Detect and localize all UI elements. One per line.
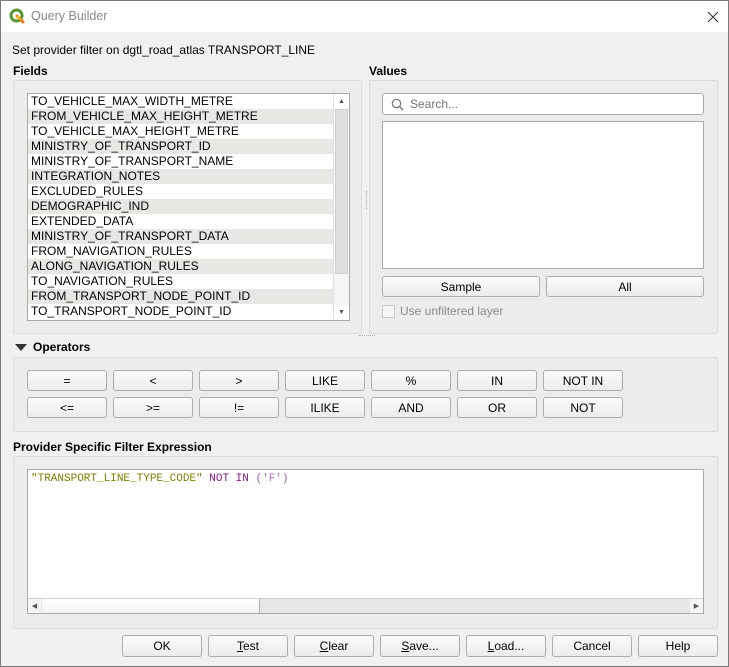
operator-button[interactable]: OR [457,397,537,418]
field-list-item[interactable]: FROM_TRANSPORT_NODE_POINT_ID [28,289,334,304]
values-label: Values [369,64,408,78]
sample-button[interactable]: Sample [382,276,540,297]
operator-button[interactable]: NOT [543,397,623,418]
operator-button[interactable]: < [113,370,193,391]
horizontal-splitter-handle[interactable] [359,335,375,336]
scroll-right-arrow-icon[interactable]: ▶ [690,599,703,613]
qgis-logo-icon [9,8,25,24]
save-button-label: Save... [401,639,439,653]
operator-button[interactable]: > [199,370,279,391]
field-list-item[interactable]: TO_TRANSPORT_NODE_POINT_ID [28,304,334,319]
operator-button[interactable]: != [199,397,279,418]
field-list-item[interactable]: MINISTRY_OF_TRANSPORT_DATA [28,229,334,244]
load-button[interactable]: Load... [466,635,546,657]
field-list-item[interactable]: MINISTRY_OF_TRANSPORT_NAME [28,154,334,169]
dialog-heading: Set provider filter on dgtl_road_atlas T… [12,43,316,57]
expression-horizontal-scrollbar[interactable]: ◀ ▶ [28,598,703,613]
operators-groupbox [13,357,718,432]
operator-button[interactable]: >= [113,397,193,418]
use-unfiltered-layer-label: Use unfiltered layer [400,304,504,318]
ok-button[interactable]: OK [122,635,202,657]
all-button[interactable]: All [546,276,704,297]
test-button-label: Test [236,639,259,653]
expression-label: Provider Specific Filter Expression [13,440,212,454]
operator-button[interactable]: <= [27,397,107,418]
scroll-down-arrow-icon[interactable]: ▼ [334,305,349,320]
expression-token-paren: ) [281,473,289,485]
operator-button[interactable]: IN [457,370,537,391]
horizontal-scrollbar-thumb[interactable] [42,599,260,613]
close-icon [707,11,719,22]
cancel-button[interactable]: Cancel [552,635,632,657]
search-icon [391,98,404,111]
operators-label[interactable]: Operators [33,340,90,354]
vertical-splitter-handle[interactable] [366,191,368,209]
load-button-label: Load... [487,639,525,653]
filter-expression-editor[interactable]: "TRANSPORT_LINE_TYPE_CODE" NOT IN ('F') … [27,469,704,614]
field-list-item[interactable]: FROM_VEHICLE_MAX_HEIGHT_METRE [28,109,334,124]
ok-button-label: OK [153,639,171,653]
operator-button[interactable]: AND [371,397,451,418]
title-bar: Query Builder [1,1,728,32]
field-list-item[interactable]: FROM_NAVIGATION_RULES [28,244,334,259]
scroll-up-arrow-icon[interactable]: ▲ [334,94,349,109]
save-button[interactable]: Save... [380,635,460,657]
clear-button-label: Clear [319,639,349,653]
fields-label: Fields [13,64,48,78]
values-list[interactable] [382,121,704,269]
fields-vertical-scrollbar[interactable]: ▲ ▼ [333,94,349,320]
close-button[interactable] [698,1,728,32]
window-title: Query Builder [31,9,108,23]
help-button-label: Help [665,639,691,653]
test-button[interactable]: Test [208,635,288,657]
operator-button[interactable]: NOT IN [543,370,623,391]
query-builder-dialog: Query Builder Set provider filter on dgt… [0,0,729,667]
field-list-item[interactable]: DEMOGRAPHIC_IND [28,199,334,214]
field-list-item[interactable]: EXTENDED_DATA [28,214,334,229]
operator-button[interactable]: % [371,370,451,391]
cancel-button-label: Cancel [573,639,611,653]
operator-button[interactable]: = [27,370,107,391]
expression-token-keyword: IN [235,473,249,485]
values-search-field[interactable] [382,93,704,115]
expression-token-space [229,473,236,485]
clear-button[interactable]: Clear [294,635,374,657]
use-unfiltered-layer-option: Use unfiltered layer [382,304,503,318]
values-search-input[interactable] [410,96,695,112]
field-list-item[interactable]: EXCLUDED_RULES [28,184,334,199]
expression-token-literal: 'F' [262,473,282,485]
operator-button[interactable]: LIKE [285,370,365,391]
help-button[interactable]: Help [638,635,718,657]
expression-token-keyword: NOT [209,473,230,485]
field-list-item[interactable]: ALONG_NAVIGATION_RULES [28,259,334,274]
filter-expression-text[interactable]: "TRANSPORT_LINE_TYPE_CODE" NOT IN ('F') [31,473,289,485]
fields-list-items: TO_VEHICLE_MAX_WIDTH_METRE FROM_VEHICLE_M… [28,94,334,319]
use-unfiltered-layer-checkbox[interactable] [382,304,395,318]
field-list-item[interactable]: TO_NAVIGATION_RULES [28,274,334,289]
scroll-left-arrow-icon[interactable]: ◀ [28,599,41,613]
field-list-item[interactable]: TO_VEHICLE_MAX_HEIGHT_METRE [28,124,334,139]
scrollbar-thumb[interactable] [335,109,348,274]
field-list-item[interactable]: TO_VEHICLE_MAX_WIDTH_METRE [28,94,334,109]
fields-list[interactable]: TO_VEHICLE_MAX_WIDTH_METRE FROM_VEHICLE_M… [27,93,350,321]
field-list-item[interactable]: INTEGRATION_NOTES [28,169,334,184]
expression-token-string: "TRANSPORT_LINE_TYPE_CODE" [31,473,203,485]
operator-button[interactable]: ILIKE [285,397,365,418]
collapse-arrow-icon[interactable] [15,344,27,351]
field-list-item[interactable]: MINISTRY_OF_TRANSPORT_ID [28,139,334,154]
